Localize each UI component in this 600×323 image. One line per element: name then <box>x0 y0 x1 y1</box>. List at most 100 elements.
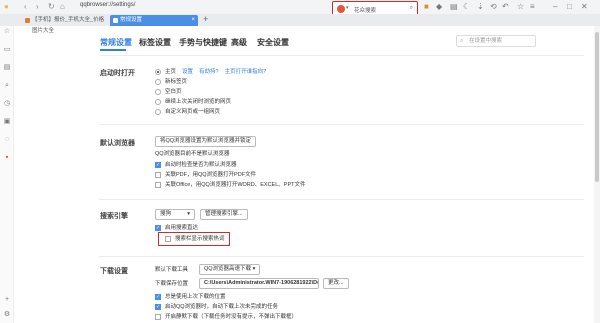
set-default-browser-button[interactable]: 将QQ浏览器设置为默认浏览器并锁定 <box>155 136 257 147</box>
back-icon[interactable]: ‹ <box>24 2 27 12</box>
startup-homepage-link[interactable]: 主页打开谁指向? <box>225 69 267 75</box>
reload-icon[interactable]: ↻ <box>48 2 55 12</box>
startup-continue-radio[interactable] <box>155 99 161 105</box>
tab-advanced[interactable]: 高级 <box>231 37 247 48</box>
sidebar-add-icon[interactable]: + <box>3 296 11 304</box>
maximize-icon[interactable]: □ <box>567 2 572 12</box>
chevron-down-icon: ▾ <box>252 266 256 272</box>
auto-resume-checkbox[interactable]: ✓ <box>155 304 161 310</box>
tab-general[interactable]: 常规设置 <box>100 37 132 48</box>
close-icon[interactable]: ✕ <box>581 2 588 12</box>
divider <box>99 124 584 125</box>
tab-tabs[interactable]: 标签设置 <box>139 37 171 48</box>
startup-newtab-radio[interactable] <box>155 79 161 85</box>
chevron-down-icon: ▾ <box>187 211 190 217</box>
sidebar-favorites-icon[interactable]: ☆ <box>3 28 11 36</box>
tab-gestures[interactable]: 手势与快捷键 <box>179 37 227 48</box>
tab-phone[interactable]: 【手机】报价_手机大全_价格图片大全 <box>22 15 107 34</box>
home-icon[interactable]: ⌂ <box>60 2 65 12</box>
option-label: 主页 <box>165 69 177 75</box>
download-path-input[interactable]: C:\Users\Administrator.WIN7-1906281922\D… <box>199 278 319 289</box>
sidebar-reader-icon[interactable]: ▭ <box>3 46 11 54</box>
sidebar-chat-icon[interactable]: ◌ <box>3 136 11 144</box>
startup-option-homepage: 主页 设置 有劫持? 主页打开谁指向? <box>165 68 266 76</box>
silent-download-label: 开启静默下载（下载任务时没有提示，不弹出下载框） <box>165 314 298 320</box>
search-direct-checkbox[interactable]: ✓ <box>155 225 161 231</box>
startup-blank-radio[interactable] <box>155 89 161 95</box>
search-icon[interactable]: ⌕ <box>410 5 413 12</box>
avatar-icon[interactable]: ● <box>4 2 9 12</box>
associate-office-label: 关联Office，用QQ浏览器打开WORD、EXCEL、PPT文件 <box>165 182 306 188</box>
tab-label: 常规设置 <box>120 17 143 23</box>
divider <box>99 256 584 257</box>
menu-icon[interactable]: ≡ <box>530 2 535 12</box>
download-tool-value: QQ浏览器高速下载 <box>204 266 252 272</box>
manage-search-engines-button[interactable]: 管理搜索引擎... <box>200 209 248 220</box>
title-bar: ● ‹ › ↻ ⌂ qqbrowser://settings/ ▾ 花众搜索 ⌕… <box>0 0 600 17</box>
search-placeholder: 花众搜索 <box>354 8 377 14</box>
sidebar-history-icon[interactable]: ◷ <box>3 100 11 108</box>
divider <box>99 55 584 56</box>
startup-hijack-link[interactable]: 有劫持? <box>199 69 219 75</box>
tab-label: 【手机】报价_手机大全_价格图片大全 <box>32 17 105 34</box>
sidebar-search-icon[interactable]: ⌕ <box>3 82 11 90</box>
auto-resume-label: 启动QQ浏览器时，自动下载上次未完成的任务 <box>165 304 279 310</box>
use-last-location-checkbox[interactable]: ✓ <box>155 294 161 300</box>
sidebar-document-icon[interactable]: ▤ <box>3 64 11 72</box>
search-direct-label: 启用搜索直达 <box>165 225 199 231</box>
tab-security[interactable]: 安全设置 <box>257 37 289 48</box>
sidebar: ☆ ▭ ▤ ⌕ ◷ ▣ ◌ ▪ + ⚙ <box>0 26 14 323</box>
settings-favicon-icon <box>113 18 118 23</box>
tab-settings[interactable]: 常规设置 × <box>110 15 198 26</box>
divider <box>99 199 584 200</box>
default-browser-label: 默认浏览器 <box>100 140 135 147</box>
associate-pdf-checkbox[interactable] <box>155 172 161 178</box>
scrollbar[interactable] <box>594 26 600 323</box>
highlight-box <box>158 232 230 246</box>
sidebar-screenshot-icon[interactable]: ▣ <box>3 118 11 126</box>
collection-icon[interactable]: ▤ <box>450 2 458 12</box>
change-path-button[interactable]: 更改... <box>323 278 349 289</box>
associate-pdf-label: 关联PDF，用QQ浏览器打开PDF文件 <box>165 172 257 178</box>
favorites-icon[interactable]: ☆ <box>517 2 524 12</box>
startup-option-newtab: 新标签页 <box>165 79 188 85</box>
check-default-label: 启动时检查是否为默认浏览器 <box>165 162 237 168</box>
search-engine-select[interactable]: 搜狗 ▾ <box>155 209 195 220</box>
startup-option-blank: 空白页 <box>165 89 182 95</box>
game-icon[interactable]: ◆ <box>436 2 442 12</box>
startup-set-link[interactable]: 设置 <box>182 69 193 75</box>
tab-close-icon[interactable]: × <box>191 15 195 26</box>
startup-homepage-radio[interactable] <box>155 69 161 75</box>
search-engine-value: 搜狗 <box>160 211 172 217</box>
undo-icon[interactable]: ↶ <box>502 2 509 12</box>
associate-office-checkbox[interactable] <box>155 182 161 188</box>
use-last-location-label: 总是使用上次下载的位置 <box>165 294 226 300</box>
download-tool-label: 默认下载工具 <box>155 267 189 273</box>
sidebar-app-icon[interactable]: ▪ <box>3 154 11 162</box>
extension-icon[interactable]: ■ <box>424 2 429 12</box>
silent-download-checkbox[interactable] <box>155 314 161 320</box>
scrollbar-thumb[interactable] <box>595 32 599 182</box>
settings-search-input[interactable]: ⌕ 在设置中搜索 <box>456 35 536 47</box>
startup-option-custom: 自定义网页或一组网页 <box>165 109 221 115</box>
startup-label: 启动时打开 <box>100 70 135 77</box>
download-label: 下载设置 <box>100 268 128 275</box>
active-tab-indicator <box>100 49 126 51</box>
chevron-down-icon[interactable]: ▾ <box>346 5 349 11</box>
minimize-icon[interactable]: – <box>553 2 557 12</box>
startup-custom-radio[interactable] <box>155 109 161 115</box>
download-icon[interactable]: ⇣ <box>477 2 484 12</box>
new-tab-button[interactable]: + <box>203 14 208 24</box>
history-icon[interactable]: ⟲ <box>490 2 497 12</box>
search-engine-icon[interactable] <box>337 5 345 13</box>
check-default-on-startup[interactable]: ✓ <box>155 162 161 168</box>
sidebar-settings-icon[interactable]: ⚙ <box>3 311 11 319</box>
night-mode-icon[interactable]: ☾ <box>463 2 470 12</box>
favicon-icon <box>25 18 30 23</box>
search-engine-label: 搜索引擎 <box>100 213 128 220</box>
settings-search-placeholder: 在设置中搜索 <box>469 38 503 44</box>
download-tool-select[interactable]: QQ浏览器高速下载 ▾ <box>199 264 261 275</box>
address-bar[interactable]: qqbrowser://settings/ <box>80 2 135 8</box>
search-icon: ⌕ <box>460 38 464 44</box>
forward-icon[interactable]: › <box>36 2 39 12</box>
